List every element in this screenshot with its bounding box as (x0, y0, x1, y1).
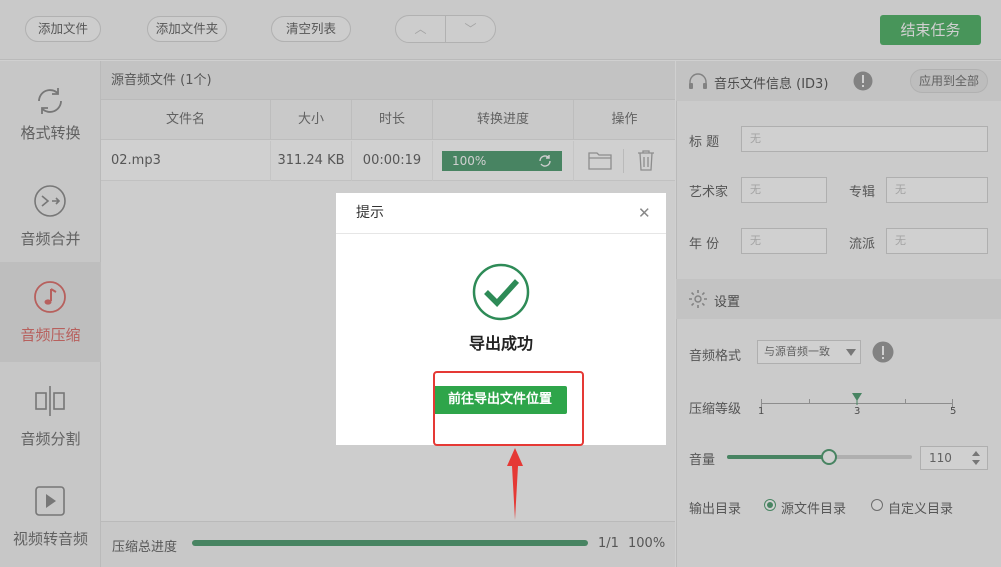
dialog-header: 提示 (336, 193, 666, 234)
success-check-icon (472, 263, 530, 321)
close-icon[interactable]: ✕ (638, 204, 651, 222)
annotation-arrow-icon (507, 448, 523, 520)
dialog-message: 导出成功 (468, 334, 533, 353)
highlight-box (433, 371, 584, 446)
